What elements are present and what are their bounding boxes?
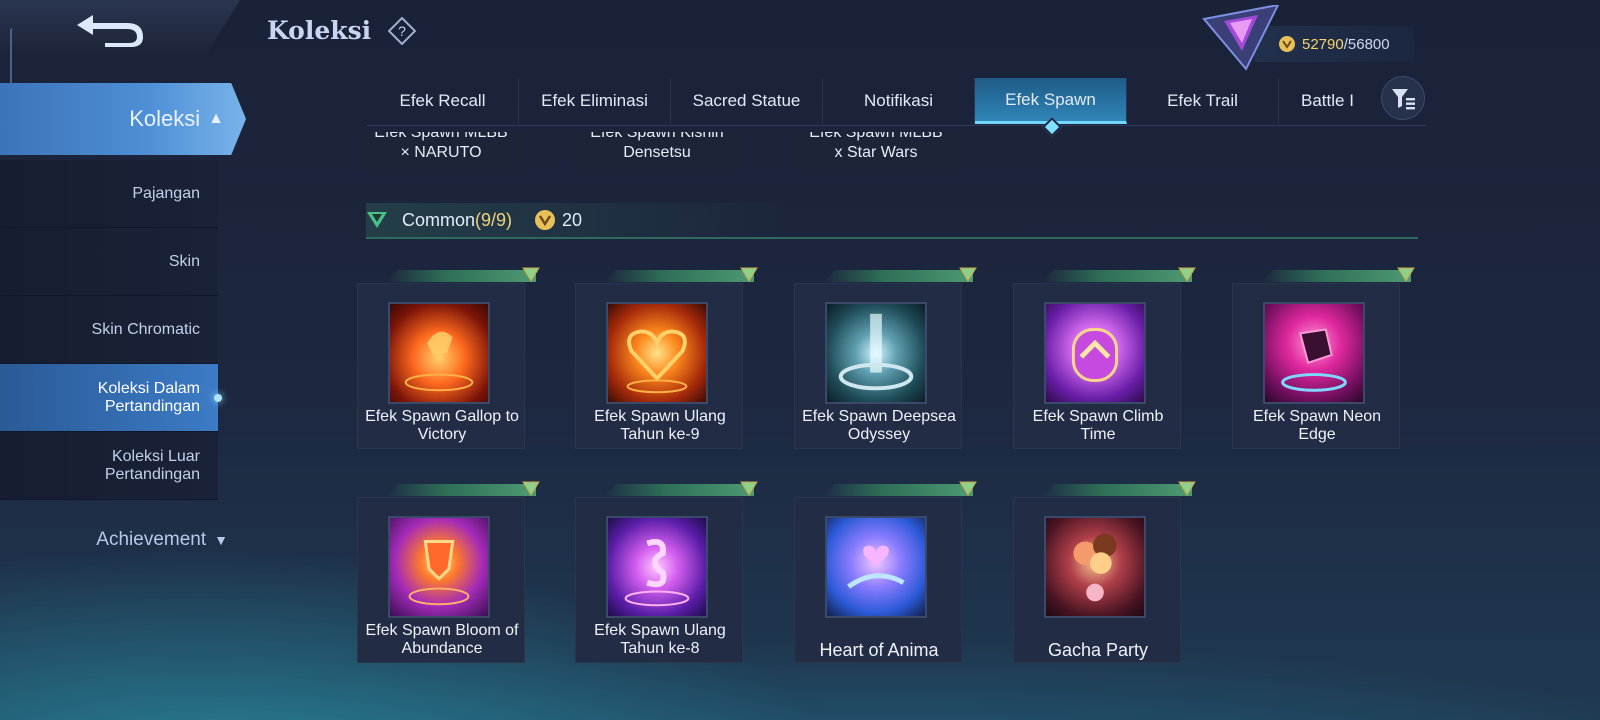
partial-card-line2: Densetsu xyxy=(623,144,691,161)
gem-icon xyxy=(740,481,758,496)
card-heart-of-anima[interactable]: Heart of Anima xyxy=(794,481,977,663)
card-ribbon xyxy=(823,484,973,496)
card-name: Efek Spawn Deepsea Odyssey xyxy=(802,408,956,443)
filter-button[interactable] xyxy=(1381,76,1425,120)
currency-current: 52790 xyxy=(1302,35,1344,53)
back-button[interactable] xyxy=(0,0,240,58)
card-ribbon xyxy=(386,484,536,496)
sidebar-item-pajangan[interactable]: Pajangan xyxy=(0,160,218,228)
card-ulang-tahun-ke-9[interactable]: Efek Spawn Ulang Tahun ke-9 xyxy=(575,267,758,449)
card-gacha-party[interactable]: Gacha Party xyxy=(1013,481,1196,663)
filter-icon xyxy=(1392,89,1415,110)
card-ribbon xyxy=(1042,484,1192,496)
partial-card-line2: x Star Wars xyxy=(834,144,918,161)
chevron-down-icon: ▼ xyxy=(214,532,228,548)
gem-icon xyxy=(740,267,758,282)
sidebar-koleksi-main[interactable]: Koleksi ▲ xyxy=(0,83,246,155)
sidebar-list: Pajangan Skin Skin Chromatic Koleksi Dal… xyxy=(0,160,222,500)
card-bloom-of-abundance[interactable]: Efek Spawn Bloom of Abundance xyxy=(357,481,540,663)
card-ribbon xyxy=(1042,270,1192,282)
section-title-text: Common xyxy=(402,209,476,230)
sidebar-item-skin[interactable]: Skin xyxy=(0,228,218,296)
card-ribbon xyxy=(1261,270,1411,282)
effect-thumbnail xyxy=(825,516,927,618)
tab-notifikasi[interactable]: Notifikasi xyxy=(823,78,975,124)
sidebar-achievement-label: Achievement xyxy=(96,529,207,550)
gem-icon xyxy=(959,267,977,282)
category-tabs: Efek Recall Efek Eliminasi Sacred Statue… xyxy=(367,78,1427,126)
gem-icon xyxy=(522,481,540,496)
rank-badge-icon xyxy=(1202,5,1280,71)
effect-thumbnail xyxy=(388,516,490,618)
sidebar-item-label: Pajangan xyxy=(132,184,200,202)
card-name: Efek Spawn Neon Edge xyxy=(1252,408,1382,443)
effect-thumbnail xyxy=(1263,302,1365,404)
chevron-up-icon: ▲ xyxy=(208,110,224,127)
page-title: Koleksi xyxy=(267,16,372,45)
tab-battle[interactable]: Battle I xyxy=(1279,78,1379,124)
sidebar-item-label: Skin Chromatic xyxy=(91,320,200,338)
sidebar-item-skin-chromatic[interactable]: Skin Chromatic xyxy=(0,296,218,364)
effect-thumbnail xyxy=(606,302,708,404)
tab-efek-recall[interactable]: Efek Recall xyxy=(367,78,519,124)
card-neon-edge[interactable]: Efek Spawn Neon Edge xyxy=(1232,267,1415,449)
tab-sacred-statue[interactable]: Sacred Statue xyxy=(671,78,823,124)
card-name: Efek Spawn Gallop to Victory xyxy=(365,408,519,443)
card-name: Heart of Anima xyxy=(819,640,939,660)
card-name: Efek Spawn Ulang Tahun ke-8 xyxy=(594,622,726,657)
gem-icon xyxy=(1178,481,1196,496)
card-name: Efek Spawn Ulang Tahun ke-9 xyxy=(594,408,726,443)
card-ulang-tahun-ke-8[interactable]: Efek Spawn Ulang Tahun ke-8 xyxy=(575,481,758,663)
card-ribbon xyxy=(386,270,536,282)
sidebar-item-label: Skin xyxy=(168,252,200,270)
card-gallop-to-victory[interactable]: Efek Spawn Gallop to Victory xyxy=(357,267,540,449)
sidebar-achievement[interactable]: Achievement ▼ xyxy=(0,520,228,560)
card-ribbon xyxy=(604,270,754,282)
sidebar-item-label: Koleksi Luar Pertandingan xyxy=(104,447,200,483)
back-arrow-icon xyxy=(77,15,143,47)
partial-card-line1: Efek Spawn MLBB xyxy=(809,132,943,141)
gem-icon xyxy=(959,481,977,496)
sidebar-item-koleksi-dalam-pertandingan[interactable]: Koleksi Dalam Pertandingan xyxy=(0,364,222,432)
partial-card-kishin[interactable]: Efek Spawn Kishin Densetsu xyxy=(574,132,740,170)
gem-icon xyxy=(1397,267,1415,282)
tab-efek-eliminasi[interactable]: Efek Eliminasi xyxy=(519,78,671,124)
effect-thumbnail xyxy=(606,516,708,618)
currency-max: /56800 xyxy=(1343,35,1390,53)
partial-card-star-wars[interactable]: Efek Spawn MLBB x Star Wars xyxy=(793,132,959,170)
partial-card-naruto[interactable]: Efek Spawn MLBB × NARUTO xyxy=(358,132,524,170)
tab-efek-trail[interactable]: Efek Trail xyxy=(1127,78,1279,124)
section-count: (9/9) xyxy=(475,209,513,230)
svg-text:?: ? xyxy=(398,23,406,39)
card-ribbon xyxy=(604,484,754,496)
effect-thumbnail xyxy=(388,302,490,404)
coin-icon xyxy=(535,210,556,230)
card-climb-time[interactable]: Efek Spawn Climb Time xyxy=(1013,267,1196,449)
gem-icon xyxy=(1178,267,1196,282)
partial-card-line1: Efek Spawn Kishin xyxy=(590,132,724,141)
section-title: Common(9/9) xyxy=(402,210,512,231)
section-value: 20 xyxy=(562,209,583,230)
rarity-icon xyxy=(367,212,387,228)
help-icon[interactable]: ? xyxy=(388,17,416,45)
partial-card-line2: × NARUTO xyxy=(400,144,482,161)
card-ribbon xyxy=(823,270,973,282)
partial-card-line1: Efek Spawn MLBB xyxy=(374,132,508,141)
card-name: Gacha Party xyxy=(1047,640,1149,660)
card-name: Efek Spawn Climb Time xyxy=(1032,408,1164,443)
effect-thumbnail xyxy=(1044,302,1146,404)
sidebar-main-label: Koleksi xyxy=(129,106,201,131)
section-header-common: Common(9/9) 20 xyxy=(366,203,1418,239)
gem-icon xyxy=(522,267,540,282)
sidebar-item-koleksi-luar-pertandingan[interactable]: Koleksi Luar Pertandingan xyxy=(0,432,218,500)
sidebar-item-label: Koleksi Dalam Pertandingan xyxy=(97,379,200,415)
card-name: Efek Spawn Bloom of Abundance xyxy=(365,622,519,657)
effect-thumbnail xyxy=(825,302,927,404)
card-deepsea-odyssey[interactable]: Efek Spawn Deepsea Odyssey xyxy=(794,267,977,449)
effect-thumbnail xyxy=(1044,516,1146,618)
